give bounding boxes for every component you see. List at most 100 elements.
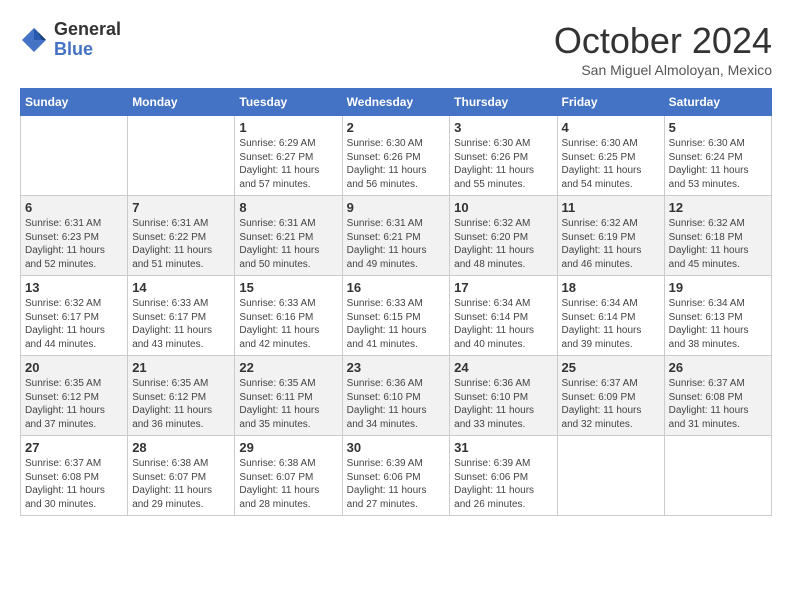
day-number: 5 <box>669 120 767 135</box>
calendar-day-cell: 23 Sunrise: 6:36 AMSunset: 6:10 PMDayligh… <box>342 356 450 436</box>
logo: General Blue <box>20 20 121 60</box>
day-number: 31 <box>454 440 552 455</box>
calendar-week-row: 1 Sunrise: 6:29 AMSunset: 6:27 PMDaylight… <box>21 116 772 196</box>
calendar-day-cell: 3Sunrise: 6:30 AMSunset: 6:26 PMDaylight… <box>450 116 557 196</box>
day-of-week-header: Saturday <box>664 89 771 116</box>
day-number: 27 <box>25 440 123 455</box>
calendar-day-cell: 15 Sunrise: 6:33 AMSunset: 6:16 PMDayligh… <box>235 276 342 356</box>
day-info: Sunrise: 6:36 AMSunset: 6:10 PMDaylight:… <box>454 377 552 431</box>
day-number: 3 <box>454 120 552 135</box>
calendar-day-cell: 7 Sunrise: 6:31 AMSunset: 6:22 PMDaylight… <box>128 196 235 276</box>
calendar-day-cell: 24 Sunrise: 6:36 AMSunset: 6:10 PMDayligh… <box>450 356 557 436</box>
calendar-day-cell: 8 Sunrise: 6:31 AMSunset: 6:21 PMDaylight… <box>235 196 342 276</box>
day-of-week-header: Tuesday <box>235 89 342 116</box>
day-info: Sunrise: 6:31 AMSunset: 6:22 PMDaylight:… <box>132 217 230 271</box>
calendar-day-cell: 13 Sunrise: 6:32 AMSunset: 6:17 PMDayligh… <box>21 276 128 356</box>
title-block: October 2024 San Miguel Almoloyan, Mexic… <box>554 20 772 78</box>
day-info: Sunrise: 6:39 AMSunset: 6:06 PMDaylight:… <box>454 457 552 511</box>
day-of-week-header: Thursday <box>450 89 557 116</box>
day-number: 30 <box>347 440 446 455</box>
day-number: 19 <box>669 280 767 295</box>
day-number: 29 <box>239 440 337 455</box>
calendar-day-cell: 25 Sunrise: 6:37 AMSunset: 6:09 PMDayligh… <box>557 356 664 436</box>
calendar-day-cell: 1 Sunrise: 6:29 AMSunset: 6:27 PMDaylight… <box>235 116 342 196</box>
calendar-day-cell: 10 Sunrise: 6:32 AMSunset: 6:20 PMDayligh… <box>450 196 557 276</box>
day-info: Sunrise: 6:31 AMSunset: 6:21 PMDaylight:… <box>239 217 337 271</box>
calendar-day-cell: 18Sunrise: 6:34 AMSunset: 6:14 PMDayligh… <box>557 276 664 356</box>
calendar-day-cell: 29 Sunrise: 6:38 AMSunset: 6:07 PMDayligh… <box>235 436 342 516</box>
calendar-week-row: 6Sunrise: 6:31 AMSunset: 6:23 PMDaylight… <box>21 196 772 276</box>
day-info: Sunrise: 6:37 AMSunset: 6:08 PMDaylight:… <box>25 457 123 511</box>
day-number: 1 <box>239 120 337 135</box>
day-number: 8 <box>239 200 337 215</box>
calendar-day-cell: 12 Sunrise: 6:32 AMSunset: 6:18 PMDayligh… <box>664 196 771 276</box>
day-number: 7 <box>132 200 230 215</box>
day-number: 21 <box>132 360 230 375</box>
day-of-week-header: Monday <box>128 89 235 116</box>
day-number: 6 <box>25 200 123 215</box>
day-number: 10 <box>454 200 552 215</box>
calendar-day-cell: 17Sunrise: 6:34 AMSunset: 6:14 PMDayligh… <box>450 276 557 356</box>
day-info: Sunrise: 6:30 AMSunset: 6:24 PMDaylight:… <box>669 137 767 191</box>
day-info: Sunrise: 6:35 AMSunset: 6:11 PMDaylight:… <box>239 377 337 431</box>
calendar-day-cell <box>664 436 771 516</box>
day-number: 24 <box>454 360 552 375</box>
day-info: Sunrise: 6:33 AMSunset: 6:15 PMDaylight:… <box>347 297 446 351</box>
day-number: 14 <box>132 280 230 295</box>
day-number: 16 <box>347 280 446 295</box>
day-info: Sunrise: 6:38 AMSunset: 6:07 PMDaylight:… <box>132 457 230 511</box>
day-number: 11 <box>562 200 660 215</box>
month-title: October 2024 <box>554 20 772 62</box>
location: San Miguel Almoloyan, Mexico <box>554 62 772 78</box>
day-number: 23 <box>347 360 446 375</box>
day-number: 13 <box>25 280 123 295</box>
day-info: Sunrise: 6:32 AMSunset: 6:19 PMDaylight:… <box>562 217 660 271</box>
day-number: 22 <box>239 360 337 375</box>
day-number: 18 <box>562 280 660 295</box>
day-of-week-header: Wednesday <box>342 89 450 116</box>
day-number: 26 <box>669 360 767 375</box>
calendar-day-cell: 11 Sunrise: 6:32 AMSunset: 6:19 PMDayligh… <box>557 196 664 276</box>
calendar-day-cell: 19 Sunrise: 6:34 AMSunset: 6:13 PMDayligh… <box>664 276 771 356</box>
calendar-week-row: 13 Sunrise: 6:32 AMSunset: 6:17 PMDayligh… <box>21 276 772 356</box>
day-number: 25 <box>562 360 660 375</box>
day-info: Sunrise: 6:36 AMSunset: 6:10 PMDaylight:… <box>347 377 446 431</box>
calendar-day-cell <box>128 116 235 196</box>
calendar-day-cell: 9Sunrise: 6:31 AMSunset: 6:21 PMDaylight… <box>342 196 450 276</box>
calendar-day-cell: 22 Sunrise: 6:35 AMSunset: 6:11 PMDayligh… <box>235 356 342 436</box>
calendar-week-row: 20 Sunrise: 6:35 AMSunset: 6:12 PMDayligh… <box>21 356 772 436</box>
calendar-day-cell: 27 Sunrise: 6:37 AMSunset: 6:08 PMDayligh… <box>21 436 128 516</box>
day-info: Sunrise: 6:33 AMSunset: 6:17 PMDaylight:… <box>132 297 230 351</box>
logo-text: General Blue <box>54 20 121 60</box>
day-info: Sunrise: 6:38 AMSunset: 6:07 PMDaylight:… <box>239 457 337 511</box>
day-info: Sunrise: 6:37 AMSunset: 6:09 PMDaylight:… <box>562 377 660 431</box>
calendar-day-cell: 20 Sunrise: 6:35 AMSunset: 6:12 PMDayligh… <box>21 356 128 436</box>
calendar-day-cell: 31 Sunrise: 6:39 AMSunset: 6:06 PMDayligh… <box>450 436 557 516</box>
day-info: Sunrise: 6:33 AMSunset: 6:16 PMDaylight:… <box>239 297 337 351</box>
calendar-week-row: 27 Sunrise: 6:37 AMSunset: 6:08 PMDayligh… <box>21 436 772 516</box>
day-info: Sunrise: 6:34 AMSunset: 6:13 PMDaylight:… <box>669 297 767 351</box>
day-info: Sunrise: 6:37 AMSunset: 6:08 PMDaylight:… <box>669 377 767 431</box>
day-number: 2 <box>347 120 446 135</box>
day-number: 20 <box>25 360 123 375</box>
day-number: 12 <box>669 200 767 215</box>
day-info: Sunrise: 6:32 AMSunset: 6:17 PMDaylight:… <box>25 297 123 351</box>
calendar-day-cell: 6Sunrise: 6:31 AMSunset: 6:23 PMDaylight… <box>21 196 128 276</box>
day-number: 4 <box>562 120 660 135</box>
day-info: Sunrise: 6:32 AMSunset: 6:18 PMDaylight:… <box>669 217 767 271</box>
day-info: Sunrise: 6:35 AMSunset: 6:12 PMDaylight:… <box>25 377 123 431</box>
day-number: 15 <box>239 280 337 295</box>
logo-icon <box>20 26 48 54</box>
day-number: 17 <box>454 280 552 295</box>
calendar-day-cell: 5 Sunrise: 6:30 AMSunset: 6:24 PMDaylight… <box>664 116 771 196</box>
day-info: Sunrise: 6:32 AMSunset: 6:20 PMDaylight:… <box>454 217 552 271</box>
calendar-day-cell: 28 Sunrise: 6:38 AMSunset: 6:07 PMDayligh… <box>128 436 235 516</box>
calendar-day-cell: 30Sunrise: 6:39 AMSunset: 6:06 PMDayligh… <box>342 436 450 516</box>
day-number: 9 <box>347 200 446 215</box>
page-header: General Blue October 2024 San Miguel Alm… <box>20 20 772 78</box>
calendar-day-cell: 26 Sunrise: 6:37 AMSunset: 6:08 PMDayligh… <box>664 356 771 436</box>
day-number: 28 <box>132 440 230 455</box>
calendar-day-cell: 16 Sunrise: 6:33 AMSunset: 6:15 PMDayligh… <box>342 276 450 356</box>
calendar-header-row: SundayMondayTuesdayWednesdayThursdayFrid… <box>21 89 772 116</box>
day-info: Sunrise: 6:29 AMSunset: 6:27 PMDaylight:… <box>239 137 337 191</box>
